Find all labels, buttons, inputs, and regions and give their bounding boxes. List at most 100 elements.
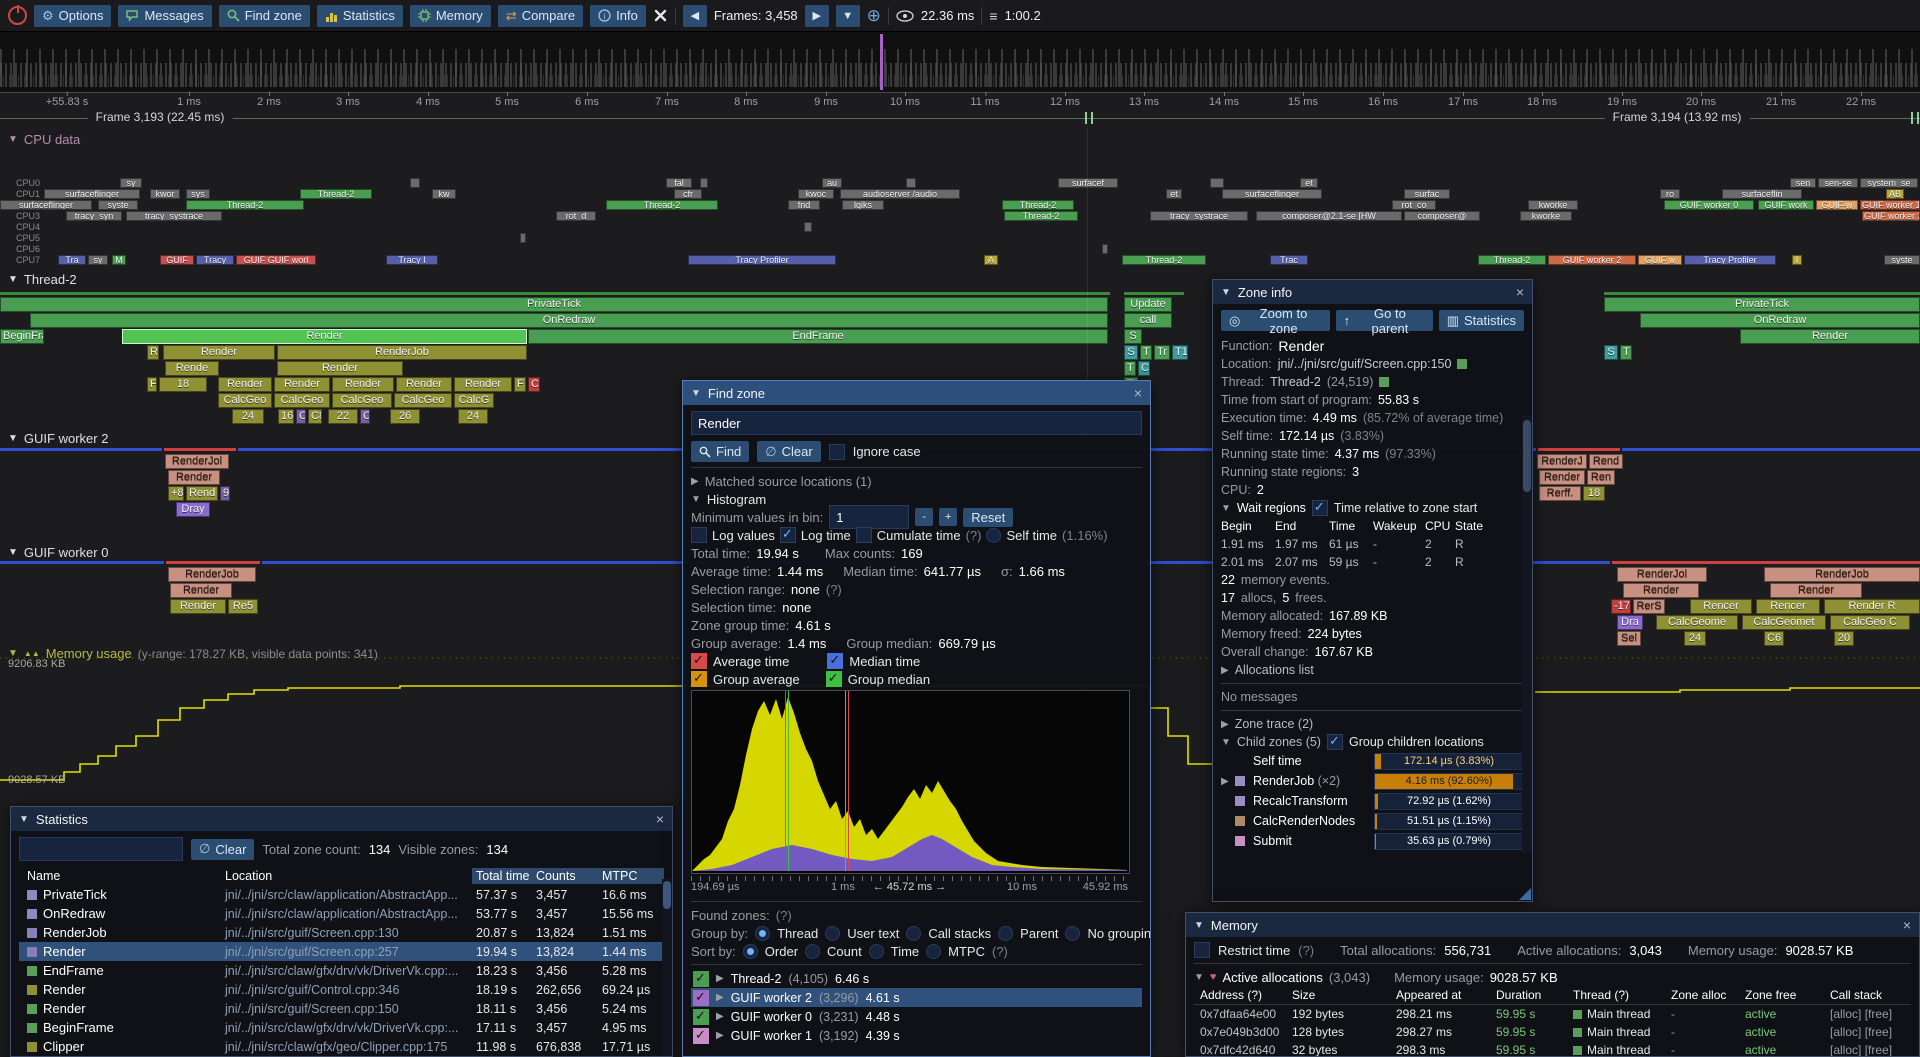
timeline-zone[interactable] (520, 233, 526, 243)
collapse-icon[interactable]: ▼ (691, 494, 701, 505)
group-median-checkbox[interactable] (826, 671, 842, 687)
clear-filter-button[interactable]: ∅Clear (191, 839, 254, 860)
active-allocations-header[interactable]: Active allocations (1222, 970, 1322, 985)
timeline-zone[interactable]: syste (1884, 255, 1920, 265)
timeline-zone[interactable]: RerS (1633, 599, 1665, 614)
close-icon[interactable]: × (1516, 285, 1524, 299)
timeline-zone[interactable]: RenderJob (168, 567, 256, 582)
median-time-checkbox[interactable] (827, 653, 843, 669)
bin-increase-button[interactable]: + (939, 508, 957, 526)
ignore-case-checkbox[interactable] (829, 444, 845, 460)
timeline-zone[interactable]: syste (98, 200, 138, 210)
col-call-stack[interactable]: Call stack (1830, 988, 1911, 1002)
timeline-zone[interactable]: T1 (1172, 345, 1188, 360)
close-icon[interactable]: × (656, 812, 664, 826)
timeline-zone[interactable]: Thread-2 (300, 189, 372, 199)
timeline-zone[interactable]: Render (1539, 470, 1585, 485)
timeline-zone[interactable]: Render (277, 361, 403, 376)
col-appeared[interactable]: Appeared at (1396, 988, 1496, 1002)
timeline-zone[interactable]: CalcGeo (274, 393, 330, 408)
expand-icon[interactable]: ▶ (691, 476, 699, 487)
filter-zones-input[interactable] (19, 837, 183, 861)
timeline-zone[interactable]: 24 (458, 409, 488, 424)
timeline-zone[interactable]: Tr (1154, 345, 1170, 360)
guif-worker2-header[interactable]: ▼GUIF worker 2 (8, 431, 108, 446)
timeline-zone[interactable]: F (147, 377, 157, 392)
timeline-zone[interactable]: RenderJol (165, 454, 229, 469)
zone-group-row[interactable]: ▶ GUIF worker 1 (3,192) 4.39 s (691, 1026, 1142, 1045)
timeline-zone[interactable]: Render (396, 377, 452, 392)
group-children-checkbox[interactable] (1327, 734, 1343, 750)
child-zones-label[interactable]: Child zones (5) (1237, 735, 1321, 749)
timeline-zone[interactable]: sen (1790, 178, 1816, 188)
timeline-zone[interactable]: GUIF worker 0 (1664, 200, 1754, 210)
timeline-zone[interactable]: 16 (278, 409, 294, 424)
timeline-zone[interactable]: 24 (1684, 631, 1706, 646)
timeline-zone[interactable]: CalcGeo (394, 393, 452, 408)
timeline-zone[interactable]: Thread-2 (606, 200, 718, 210)
timeline-zone[interactable]: Render (218, 377, 272, 392)
collapse-icon[interactable]: ▼ (1221, 503, 1231, 514)
help-marker[interactable]: (?) (776, 908, 792, 923)
find-zone-button[interactable]: Find zone (219, 5, 310, 27)
prev-frame-button[interactable]: ◀ (683, 5, 707, 27)
expand-icon[interactable]: ▶ (1221, 719, 1229, 730)
group-average-checkbox[interactable] (691, 671, 707, 687)
timeline-zone[interactable]: surfaceflinger (1222, 189, 1322, 199)
timeline-zone[interactable]: Rerff. (1539, 486, 1581, 501)
timeline-zone[interactable]: -17 (1611, 599, 1631, 614)
time-relative-checkbox[interactable] (1312, 500, 1328, 516)
column-header-mtpc[interactable]: MTPC (598, 868, 664, 884)
timeline-zone[interactable]: call (1124, 313, 1172, 328)
timeline-zone[interactable]: T (1124, 361, 1136, 376)
allocation-row[interactable]: 0x7dfc42d640 32 bytes 298.3 ms 59.95 s M… (1194, 1041, 1911, 1057)
allocation-row[interactable]: 0x7dfaa64e00 192 bytes 298.21 ms 59.95 s… (1194, 1005, 1911, 1023)
timeline-zone[interactable]: kworke (1520, 211, 1572, 221)
expand-icon[interactable]: ▶ (1221, 665, 1229, 676)
timeline-zone[interactable]: RenderJob (277, 345, 527, 360)
col-duration[interactable]: Duration (1496, 988, 1573, 1002)
timeline-zone[interactable]: Render (168, 470, 220, 485)
timeline-zone[interactable]: CalcGeomet (1742, 615, 1826, 630)
timeline-zone[interactable] (1210, 178, 1224, 188)
zone-statistics-button[interactable]: ▥Statistics (1439, 310, 1524, 331)
messages-button[interactable]: Messages (118, 5, 211, 27)
timeline-zone[interactable]: Thread-2 (1004, 211, 1078, 221)
activity-ribbon-segment[interactable] (0, 292, 1110, 295)
timeline-zone[interactable]: Rencer (1756, 599, 1820, 614)
timeline-zone[interactable]: Tra (58, 255, 86, 265)
statistics-row[interactable]: Clipper jni/../jni/src/claw/gfx/geo/Clip… (19, 1037, 664, 1056)
timeline-zone[interactable]: 18 (1583, 486, 1605, 501)
self-time-toggle[interactable] (986, 528, 1001, 543)
timeline-zone[interactable]: RenderJol (1617, 567, 1707, 582)
timeline-zone[interactable]: Thread-2 (186, 200, 304, 210)
activity-ribbon-segment[interactable] (1612, 561, 1920, 564)
timeline-zone[interactable]: tracy_syn (66, 211, 122, 221)
activity-ribbon-segment[interactable] (164, 448, 236, 451)
timeline-zone[interactable]: OnRedraw (1640, 313, 1920, 328)
zone-trace-label[interactable]: Zone trace (2) (1235, 717, 1314, 731)
group-visibility-checkbox[interactable] (693, 1028, 709, 1044)
timeline-zone[interactable]: Render (1770, 583, 1862, 598)
memory-button[interactable]: Memory (410, 5, 491, 27)
timeline-zone[interactable]: Tracy I (386, 255, 438, 265)
go-to-parent-button[interactable]: ↑Go to parent (1336, 310, 1433, 331)
timeline-zone[interactable]: S (1124, 345, 1138, 360)
timeline-zone[interactable]: surfaceflin (1722, 189, 1802, 199)
collapse-icon[interactable]: ▼ (1194, 920, 1204, 931)
timeline-zone[interactable]: composer@ (1404, 211, 1480, 221)
timeline-zone[interactable]: Re5 (228, 599, 258, 614)
min-bin-input[interactable] (829, 505, 909, 529)
timeline-zone[interactable]: 20 (1834, 631, 1854, 646)
cumulate-time-checkbox[interactable] (856, 527, 872, 543)
group-visibility-checkbox[interactable] (693, 971, 709, 987)
timeline-zone[interactable]: M (112, 255, 126, 265)
info-button[interactable]: iInfo (590, 5, 646, 27)
timeline-zone[interactable]: et (1300, 178, 1318, 188)
timeline-zone[interactable]: C (360, 409, 370, 424)
timeline-zone[interactable]: Tracy Profiler (1684, 255, 1776, 265)
group-visibility-checkbox[interactable] (693, 1009, 709, 1025)
timeline-zone[interactable]: Dra (1617, 615, 1643, 630)
column-header-name[interactable]: Name (23, 868, 221, 884)
statistics-scrollbar[interactable] (662, 879, 672, 1057)
